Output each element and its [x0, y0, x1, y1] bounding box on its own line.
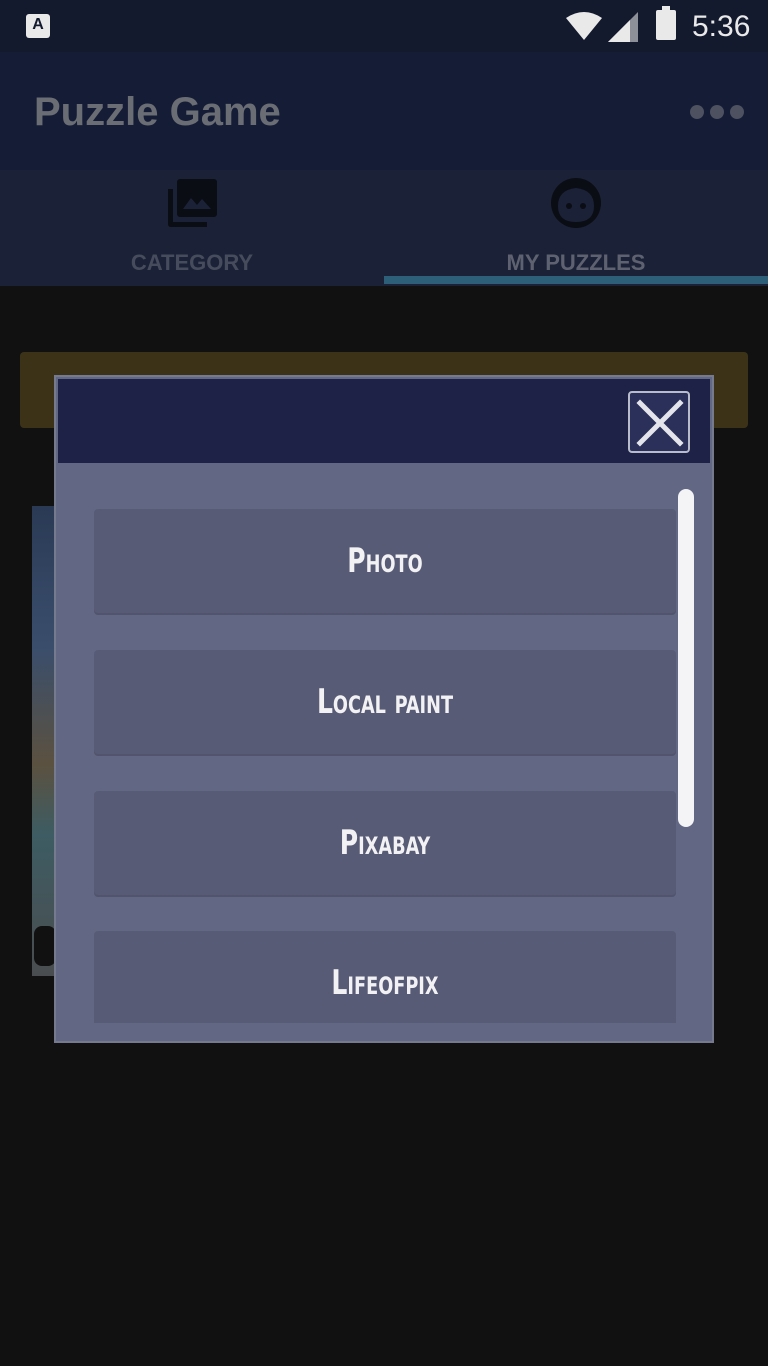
option-label: Lifeofpix — [331, 963, 439, 1003]
tab-category[interactable]: CATEGORY — [0, 170, 384, 286]
status-time: 5:36 — [692, 10, 751, 43]
source-picker-dialog: Photo Local paint Pixabay Lifeofpix — [54, 375, 714, 1043]
photo-library-icon — [168, 179, 217, 227]
dialog-options-list[interactable]: Photo Local paint Pixabay Lifeofpix — [56, 463, 712, 1023]
tab-my-puzzles[interactable]: MY PUZZLES — [384, 170, 768, 286]
status-bar: A 5:36 — [0, 0, 768, 52]
signal-icon — [608, 12, 638, 42]
overflow-menu-icon[interactable] — [690, 102, 744, 122]
option-lifeofpix-button[interactable]: Lifeofpix — [94, 931, 676, 1023]
wifi-icon — [566, 12, 602, 40]
dialog-scrollbar[interactable] — [678, 489, 694, 827]
option-label: Photo — [347, 541, 423, 581]
tab-bar: CATEGORY MY PUZZLES — [0, 170, 768, 286]
option-local-paint-button[interactable]: Local paint — [94, 650, 676, 754]
tab-indicator — [384, 276, 768, 284]
option-pixabay-button[interactable]: Pixabay — [94, 791, 676, 895]
dialog-header — [58, 379, 710, 463]
close-icon — [636, 399, 684, 447]
app-notification-icon: A — [26, 14, 50, 38]
battery-icon — [656, 6, 676, 40]
puzzle-piece-icon — [34, 926, 56, 966]
tab-my-puzzles-label: MY PUZZLES — [506, 250, 646, 275]
tab-category-label: CATEGORY — [130, 250, 254, 275]
app-bar: Puzzle Game — [0, 52, 768, 170]
face-icon — [551, 178, 601, 228]
close-button[interactable] — [628, 391, 690, 453]
option-label: Local paint — [316, 682, 454, 722]
app-title: Puzzle Game — [34, 90, 281, 134]
option-label: Pixabay — [339, 823, 431, 863]
option-photo-button[interactable]: Photo — [94, 509, 676, 613]
